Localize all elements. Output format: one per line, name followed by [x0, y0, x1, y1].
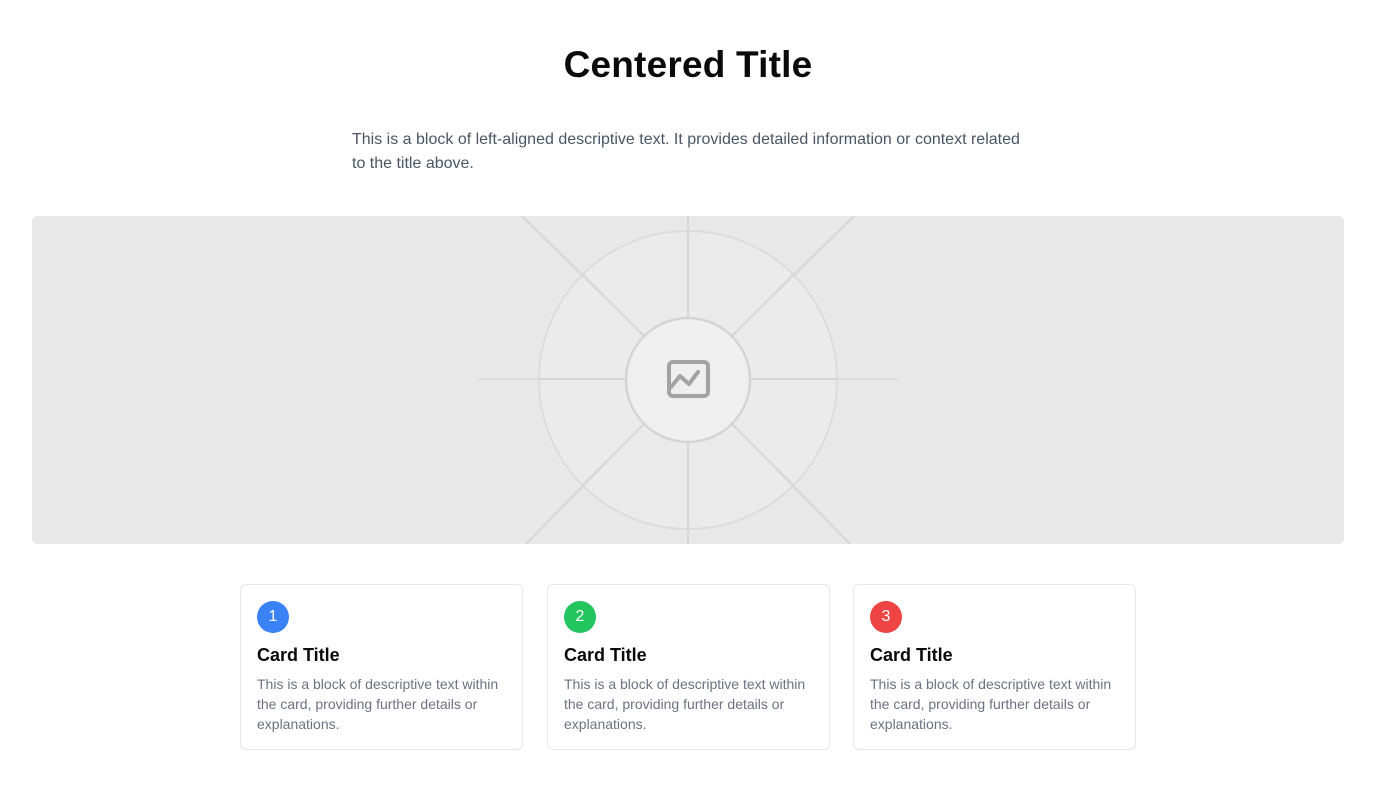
number-badge: 2 [564, 601, 596, 633]
card-description: This is a block of descriptive text with… [870, 676, 1112, 732]
card-title: Card Title [564, 645, 647, 665]
hero-image-placeholder [32, 216, 1344, 544]
card-title: Card Title [257, 645, 340, 665]
card-title: Card Title [870, 645, 953, 665]
card-description: This is a block of descriptive text with… [564, 676, 806, 732]
feature-card: 3 Card Title This is a block of descript… [853, 584, 1136, 750]
placeholder-graphic [478, 216, 898, 544]
feature-card: 1 Card Title This is a block of descript… [240, 584, 523, 750]
number-badge: 1 [257, 601, 289, 633]
page-title: Centered Title [563, 44, 813, 85]
feature-card: 2 Card Title This is a block of descript… [547, 584, 830, 750]
page-description: This is a block of left-aligned descript… [352, 131, 1020, 172]
page: Centered Title This is a block of left-a… [0, 0, 1376, 798]
card-description: This is a block of descriptive text with… [257, 676, 499, 732]
card-list: 1 Card Title This is a block of descript… [240, 584, 1136, 750]
number-badge: 3 [870, 601, 902, 633]
